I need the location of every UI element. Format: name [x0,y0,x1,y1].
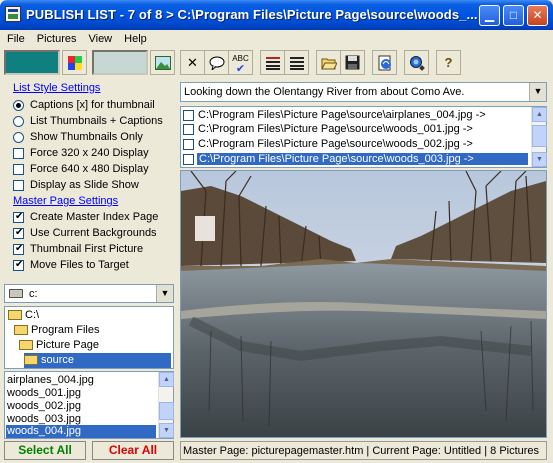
folder-item-selected[interactable]: source [24,353,171,368]
close-button[interactable]: ✕ [527,5,548,26]
picture-description-select[interactable]: Looking down the Olentangy River from ab… [180,82,547,102]
spellcheck-button[interactable]: ABC ✔ [228,50,253,75]
scroll-up-icon[interactable]: ▲ [159,372,174,387]
list-item[interactable]: woods_002.jpg [7,400,81,413]
delete-button[interactable]: ✕ [180,50,205,75]
comment-icon [209,56,224,72]
scroll-down-icon[interactable]: ▼ [532,152,547,167]
radio-indicator[interactable] [13,116,24,127]
web-button[interactable] [372,50,397,75]
river-photo [181,171,546,437]
maximize-icon: □ [509,8,518,22]
list-alt-button[interactable] [284,50,309,75]
app-icon[interactable] [5,6,21,22]
checkbox[interactable] [183,154,194,165]
preview-button[interactable] [404,50,429,75]
menu-pictures[interactable]: Pictures [30,30,82,45]
palette-icon [67,56,82,70]
image-icon [154,56,171,70]
checkbox[interactable] [183,110,194,121]
open-folder-icon [14,325,28,335]
table-row[interactable]: C:\Program Files\Picture Page\source\woo… [181,138,531,152]
checkbox[interactable] [13,211,24,223]
checkbox[interactable] [183,139,194,150]
table-row-selected[interactable]: C:\Program Files\Picture Page\source\woo… [181,153,531,167]
save-button[interactable] [340,50,365,75]
open-folder-button[interactable] [316,50,341,75]
web-icon [378,55,391,71]
checkbox[interactable] [13,227,24,239]
open-folder-icon [19,340,33,350]
checkbox[interactable] [13,148,24,159]
help-button[interactable]: ? [436,50,461,75]
list-alt-icon [289,57,304,70]
select-all-button[interactable]: Select All [4,441,86,460]
radio-indicator[interactable] [13,100,24,111]
checkbox[interactable] [13,259,24,271]
list-button[interactable] [260,50,285,75]
folder-tree[interactable]: C:\ Program Files Picture Page source [4,306,174,369]
preview-icon [409,56,425,71]
open-folder-icon [320,58,338,70]
checkbox[interactable] [13,180,24,191]
palette-button[interactable] [62,50,87,75]
open-folder-icon [8,310,22,320]
folder-item[interactable]: Program Files [14,323,168,338]
publish-list[interactable]: C:\Program Files\Picture Page\source\air… [180,106,547,168]
spellcheck-icon: ABC ✔ [232,54,249,75]
list-icon [265,57,280,70]
file-list-scrollbar[interactable]: ▲ ▼ [158,372,174,438]
scroll-thumb[interactable] [532,125,547,147]
chevron-down-icon[interactable]: ▼ [529,83,546,101]
drive-icon [9,289,23,298]
list-item[interactable]: woods_001.jpg [7,387,81,400]
close-icon: ✕ [532,8,543,22]
help-icon: ? [444,55,453,70]
file-list[interactable]: airplanes_004.jpg woods_001.jpg woods_00… [4,371,174,439]
master-page-settings-link[interactable]: Master Page Settings [13,195,118,207]
delete-icon: ✕ [187,55,198,70]
image-button[interactable] [150,50,175,75]
title-bar: PUBLISH LIST - 7 of 8 > C:\Program Files… [0,0,553,30]
list-style-settings-link[interactable]: List Style Settings [13,82,100,94]
chevron-down-icon[interactable]: ▼ [156,285,173,302]
menu-view[interactable]: View [81,30,117,45]
radio-indicator[interactable] [13,132,24,143]
checkbox[interactable] [13,243,24,255]
picture-preview [180,170,547,438]
scroll-thumb[interactable] [159,402,174,420]
comment-button[interactable] [204,50,229,75]
window-title: PUBLISH LIST - 7 of 8 > C:\Program Files… [26,7,478,22]
scroll-down-icon[interactable]: ▼ [159,423,174,438]
minimize-button[interactable]: ▁ [479,5,500,26]
status-text: Master Page: picturepagemaster.htm | Cur… [183,445,540,457]
table-row[interactable]: C:\Program Files\Picture Page\source\air… [181,109,531,123]
foreground-color-swatch[interactable] [92,50,148,75]
maximize-button[interactable]: □ [503,5,524,26]
checkbox[interactable] [183,124,194,135]
publish-list-scrollbar[interactable]: ▲ ▼ [531,107,547,167]
background-color-swatch[interactable] [4,50,60,75]
menu-file[interactable]: File [0,30,30,45]
menu-bar: File Pictures View Help [0,30,553,49]
status-bar: Master Page: picturepagemaster.htm | Cur… [180,441,547,460]
scroll-up-icon[interactable]: ▲ [532,107,547,122]
toolbar: ✕ ABC ✔ ? [4,49,549,77]
picture-description: Looking down the Olentangy River from ab… [184,86,465,98]
drive-value: c: [29,288,38,300]
menu-help[interactable]: Help [117,30,152,45]
table-row[interactable]: C:\Program Files\Picture Page\source\woo… [181,123,531,137]
drive-select[interactable]: c: ▼ [4,284,174,303]
save-icon [345,55,360,70]
clear-all-button[interactable]: Clear All [92,441,174,460]
list-item[interactable]: airplanes_004.jpg [7,374,94,387]
checkbox[interactable] [13,164,24,175]
open-folder-icon [24,355,38,365]
folder-item[interactable]: C:\ [8,308,168,323]
minimize-icon: ▁ [484,8,495,22]
folder-item[interactable]: Picture Page [19,338,168,353]
list-item-selected[interactable]: woods_004.jpg [6,425,156,438]
